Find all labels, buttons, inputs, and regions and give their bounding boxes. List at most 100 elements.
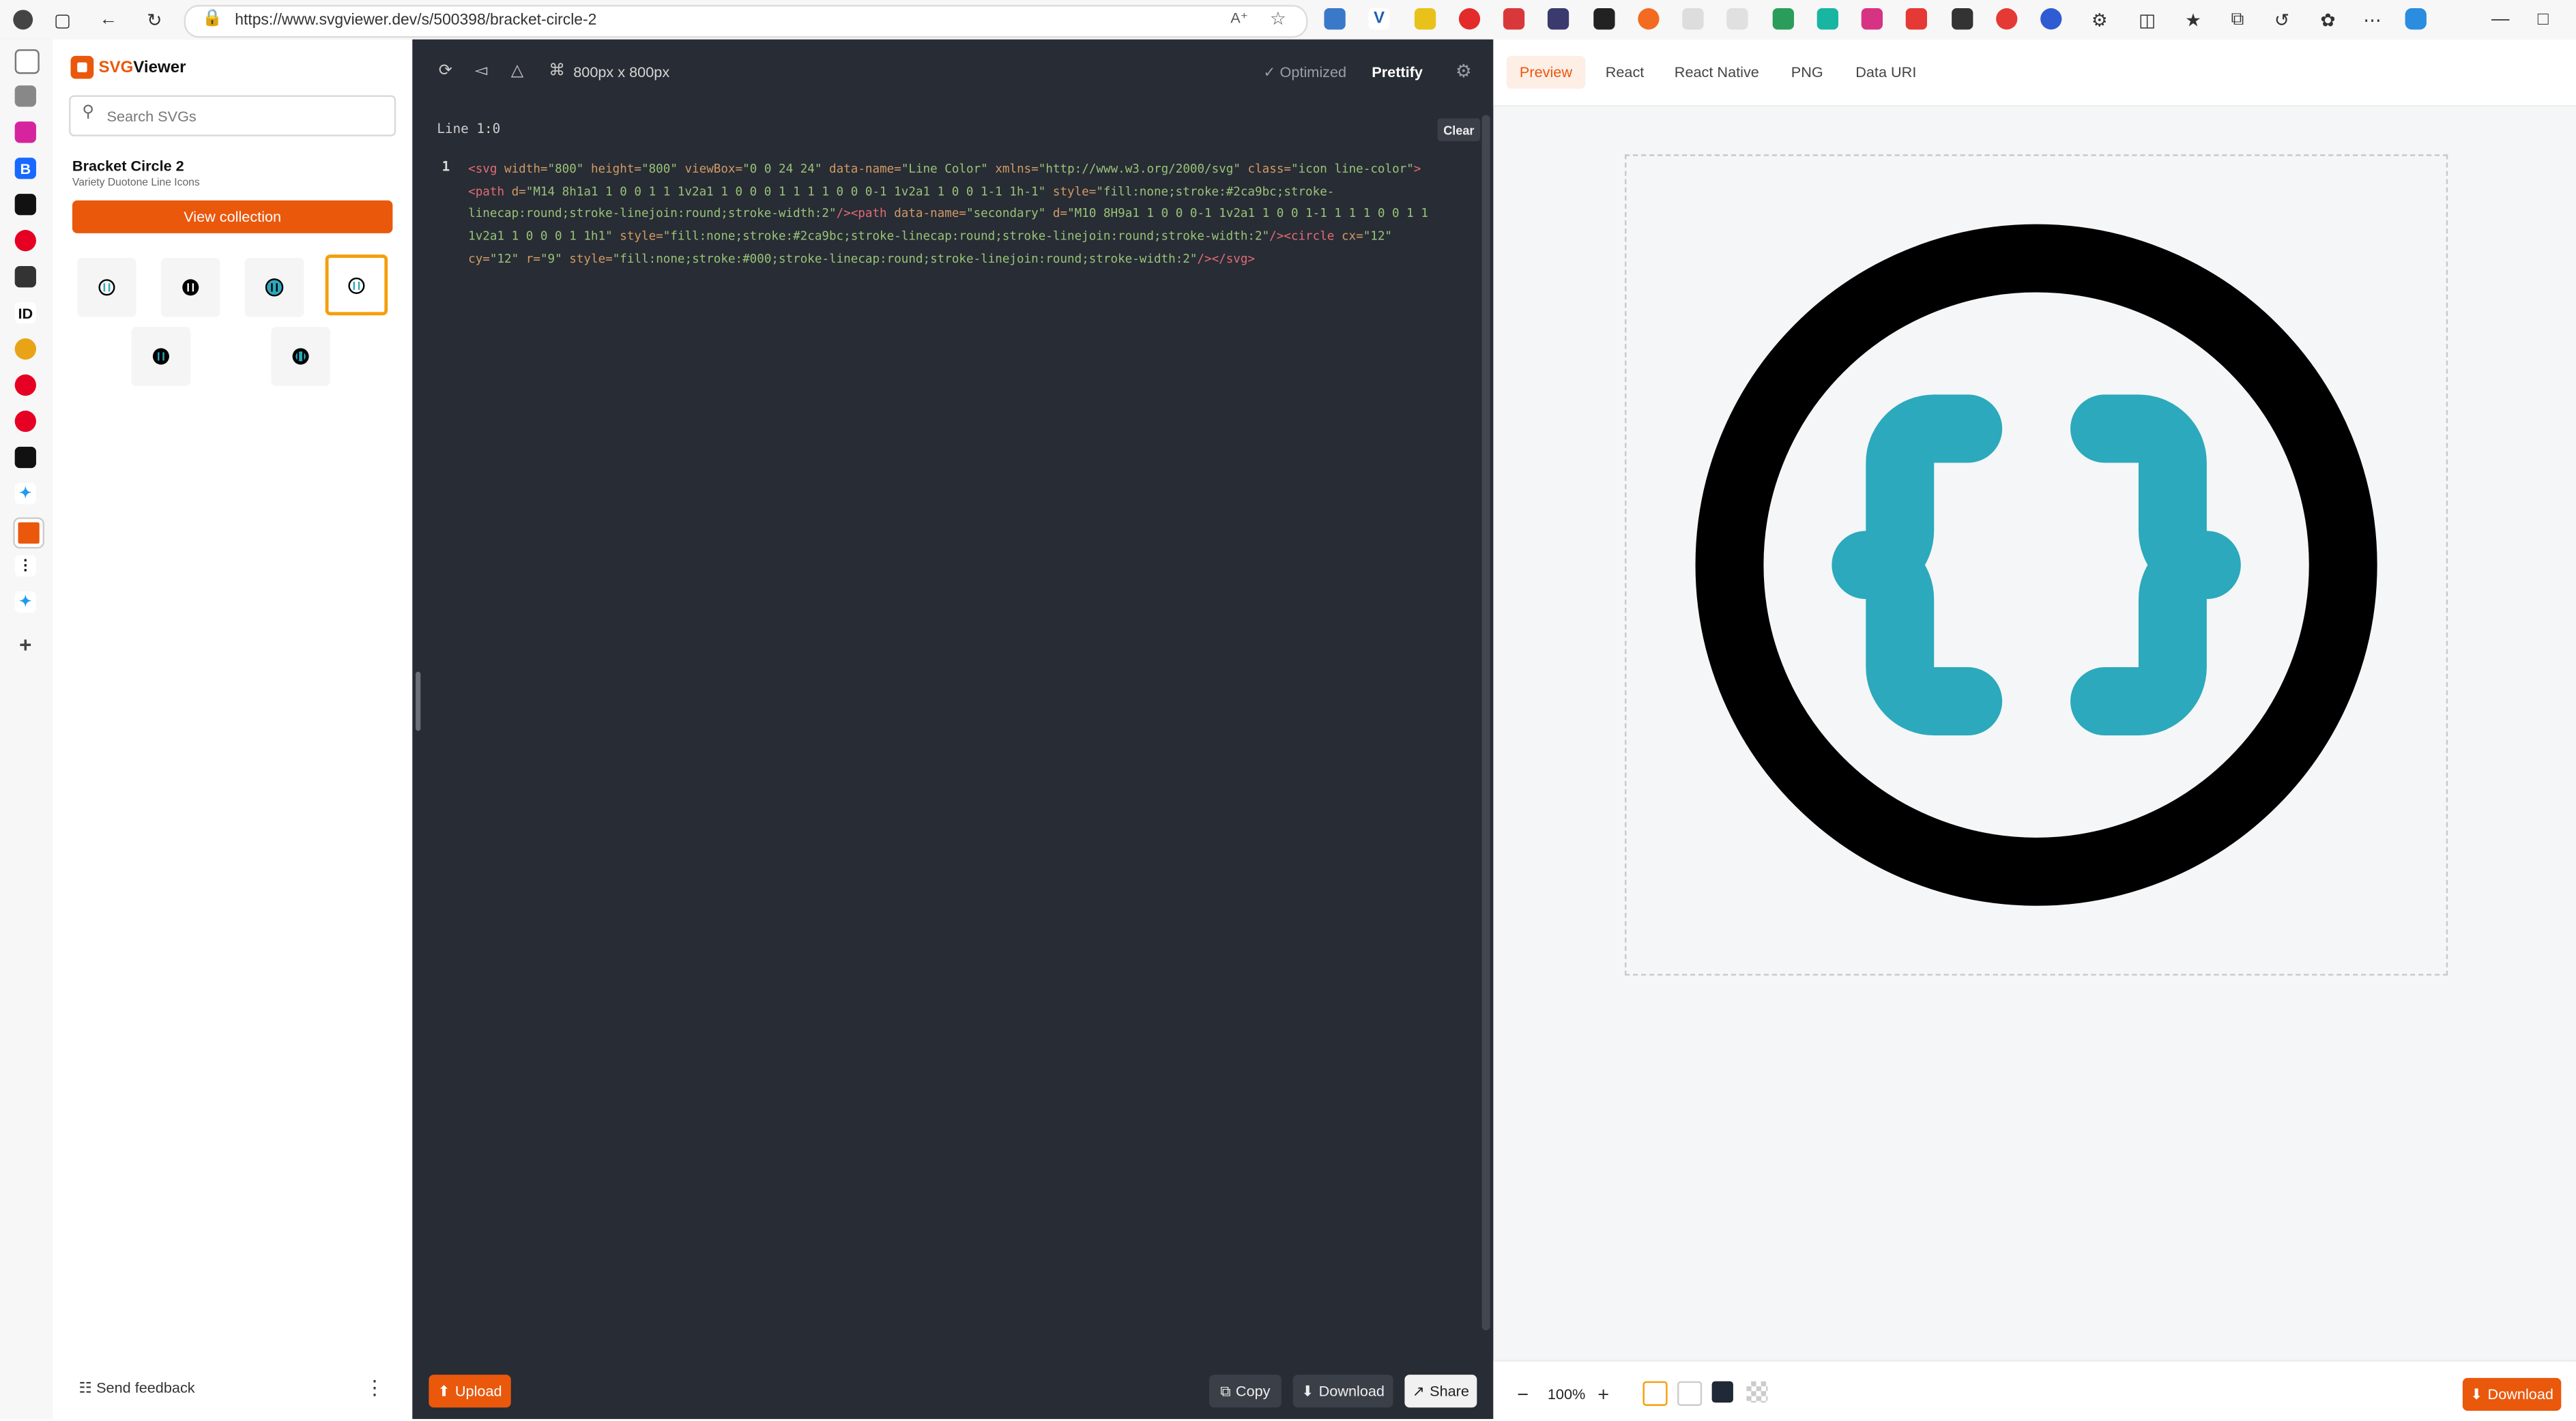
add-icon[interactable]: + [15, 632, 36, 657]
pinterest-icon[interactable] [14, 374, 36, 396]
behance-icon[interactable]: B [14, 158, 36, 179]
extensions-icon[interactable]: ⚙ [2087, 7, 2113, 33]
home-icon[interactable] [14, 194, 36, 216]
site-icon[interactable] [14, 266, 36, 288]
tab-preview[interactable]: Preview [1506, 55, 1586, 89]
ia-extension-icon[interactable] [1547, 8, 1569, 30]
favorite-star-icon[interactable]: ☆ [1270, 8, 1286, 29]
code-token: /><circle [1269, 228, 1342, 244]
related-icon-thumbnail[interactable] [271, 327, 330, 386]
maximize-icon[interactable]: □ [2530, 7, 2557, 33]
workspaces-icon[interactable]: ▢ [49, 7, 76, 33]
extension-icon[interactable] [1324, 8, 1346, 30]
adblock-extension-icon[interactable] [1996, 8, 2018, 30]
home-icon[interactable] [14, 446, 36, 469]
tab-png[interactable]: PNG [1782, 56, 1832, 89]
more-icon[interactable]: ⋮ [14, 555, 36, 577]
extension-icon[interactable] [1726, 8, 1748, 30]
send-feedback-link[interactable]: ☷ Send feedback [79, 1379, 195, 1397]
selected-icon-thumbnail[interactable] [325, 254, 388, 316]
bg-swatch-light[interactable] [1642, 1381, 1668, 1406]
new-extension-icon[interactable] [1905, 8, 1927, 30]
extension-icon[interactable] [1817, 8, 1838, 30]
svgviewer-logo[interactable] [70, 55, 94, 79]
performance-icon[interactable]: ✿ [2315, 7, 2341, 33]
history-icon[interactable]: ↺ [2269, 7, 2296, 33]
code-token: data-name= [829, 160, 901, 176]
more-menu-icon[interactable]: ⋯ [2359, 7, 2386, 33]
extension-icon[interactable] [1861, 8, 1883, 30]
view-collection-button[interactable]: View collection [72, 200, 393, 233]
pinterest-icon[interactable] [14, 410, 36, 433]
minimize-icon[interactable]: — [2487, 7, 2514, 33]
bg-swatch-transparent[interactable] [1746, 1381, 1768, 1403]
back-icon[interactable]: ← [96, 7, 122, 33]
tab-react[interactable]: React [1595, 56, 1655, 89]
download-svg-button[interactable]: ⬇ Download [1292, 1375, 1393, 1408]
extension-icon[interactable] [1503, 8, 1525, 30]
site-icon[interactable] [14, 338, 36, 360]
cursor-position: Line 1:0 [437, 121, 501, 136]
code-token: "fill:none;stroke:#000;stroke-linecap:ro… [612, 250, 1198, 266]
r-extension-icon[interactable] [1414, 8, 1436, 30]
pinterest-extension-icon[interactable] [1458, 8, 1481, 30]
copy-button[interactable]: ⧉ Copy [1209, 1375, 1282, 1408]
twitter-icon[interactable]: ✦ [14, 591, 36, 613]
flip-horizontal-icon[interactable]: ◅ [475, 62, 488, 80]
settings-gear-icon[interactable]: ⚙ [1456, 61, 1472, 82]
search-input[interactable] [103, 102, 390, 132]
zoom-in-icon[interactable]: + [1590, 1381, 1617, 1408]
vuetify-extension-icon[interactable]: V [1368, 8, 1390, 30]
extension-icon[interactable] [1638, 8, 1660, 30]
crop-icon[interactable]: ⌘ [549, 62, 565, 80]
collections-icon[interactable]: ⧉ [2225, 7, 2251, 33]
refresh-icon[interactable]: ↻ [141, 7, 168, 33]
tab-react-native[interactable]: React Native [1668, 56, 1766, 89]
download-button[interactable]: ⬇ Download [2462, 1377, 2562, 1411]
upload-button[interactable]: ⬆ Upload [429, 1375, 511, 1408]
address-bar[interactable]: 🔒 https://www.svgviewer.dev/s/500398/bra… [184, 5, 1308, 38]
bg-swatch-white[interactable] [1677, 1381, 1703, 1406]
tab-data-uri[interactable]: Data URI [1848, 56, 1924, 89]
search-field[interactable]: ⚲ [69, 95, 396, 136]
svgviewer-icon[interactable] [14, 518, 43, 547]
svg-code[interactable]: <svg width="800" height="800" viewBox="0… [468, 158, 1454, 270]
bg-swatch-dark[interactable] [1711, 1381, 1733, 1403]
extension-icon[interactable] [1682, 8, 1704, 30]
instagram-icon[interactable] [14, 121, 36, 143]
related-icon-thumbnail[interactable] [77, 257, 136, 317]
dimensions-label[interactable]: 800px x 800px [573, 64, 669, 80]
extension-icon[interactable] [1952, 8, 1973, 30]
extension-icon[interactable] [1593, 8, 1615, 30]
brand-name[interactable]: SVGViewer [98, 59, 186, 77]
bracket-circle-preview [1695, 224, 2377, 906]
related-icon-thumbnail[interactable] [160, 257, 220, 317]
prettify-button[interactable]: Prettify [1372, 64, 1423, 80]
rotate-icon[interactable]: ⟳ [439, 62, 452, 80]
related-icon-thumbnail[interactable] [131, 327, 191, 386]
home-icon[interactable] [14, 85, 36, 107]
extension-icon[interactable] [2040, 8, 2062, 30]
split-screen-icon[interactable]: ◫ [2134, 7, 2160, 33]
favorites-icon[interactable]: ★ [2180, 7, 2207, 33]
zoom-out-icon[interactable]: − [1509, 1381, 1536, 1408]
more-options-icon[interactable]: ⋮ [364, 1376, 384, 1399]
profile-icon[interactable] [10, 7, 36, 33]
read-aloud-icon[interactable]: A⁺ [1230, 10, 1248, 27]
code-token: "800" [641, 160, 685, 176]
site-icon[interactable] [14, 230, 36, 252]
clear-button[interactable]: Clear [1437, 118, 1481, 142]
browser-sidebar: B ID ✦ ⋮ ✦ + [0, 39, 55, 1420]
flip-vertical-icon[interactable]: △ [511, 62, 524, 80]
tabs-icon[interactable] [14, 49, 40, 74]
id-icon[interactable]: ID [14, 302, 36, 324]
share-button[interactable]: ↗ Share [1404, 1375, 1477, 1408]
copilot-icon[interactable] [2405, 8, 2427, 30]
collection-link[interactable]: Variety Duotone Line Icons [72, 177, 200, 189]
resize-handle[interactable] [416, 671, 421, 731]
editor-scrollbar[interactable] [1481, 115, 1490, 1331]
extension-icon[interactable] [1772, 8, 1794, 30]
twitter-icon[interactable]: ✦ [14, 482, 36, 505]
related-icon-thumbnail[interactable] [244, 257, 304, 317]
optimized-toggle[interactable]: ✓ Optimized [1263, 64, 1346, 82]
